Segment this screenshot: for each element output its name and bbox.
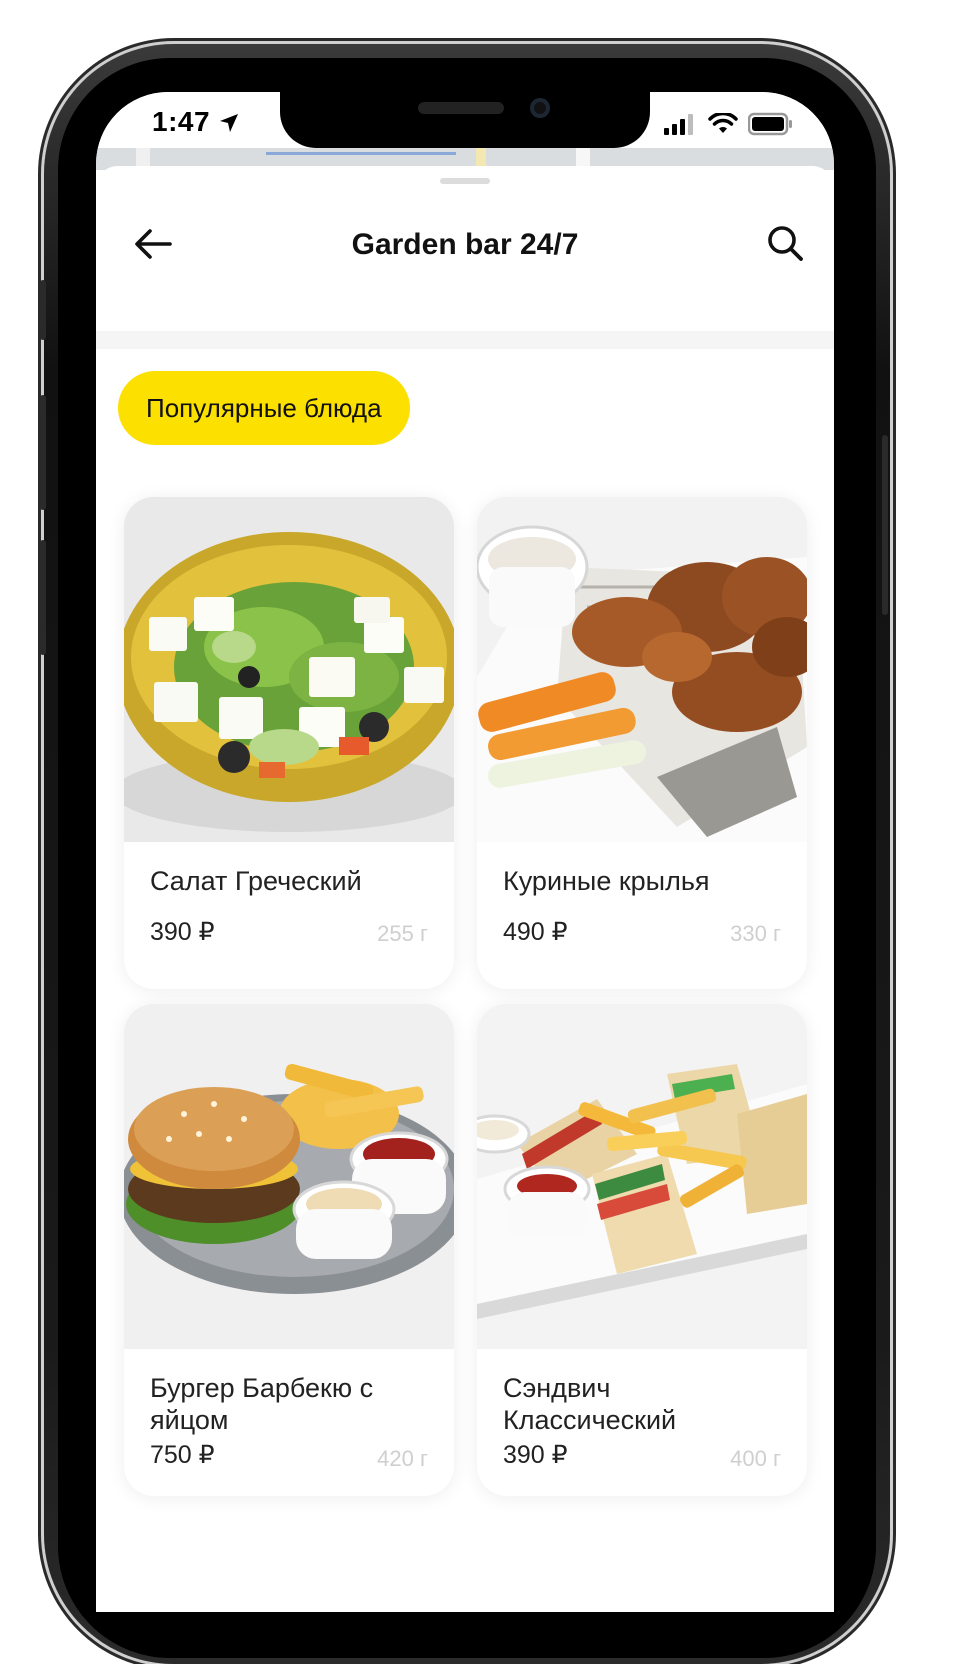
dish-image-bbq-burger: [124, 1004, 454, 1349]
dish-name: Бургер Барбекю с яйцом: [150, 1373, 374, 1435]
menu-item-card[interactable]: Куриные крылья 490 ₽ 330 г: [477, 497, 807, 989]
menu-item-card[interactable]: Сэндвич Классический 390 ₽ 400 г: [477, 1004, 807, 1496]
header: Garden bar 24/7: [96, 202, 834, 286]
dish-name: Сэндвич Классический: [503, 1373, 677, 1435]
section-divider: [96, 331, 834, 349]
dish-name: Салат Греческий: [150, 866, 362, 896]
notch: [280, 92, 650, 148]
battery-icon: [748, 112, 792, 136]
speaker-grille: [418, 102, 504, 114]
volume-down-button: [40, 540, 46, 655]
dish-price: 490 ₽: [503, 918, 568, 946]
menu-item-card[interactable]: Салат Греческий 390 ₽ 255 г: [124, 497, 454, 989]
category-chip-popular[interactable]: Популярные блюда: [118, 371, 410, 445]
status-time: 1:47: [152, 106, 211, 137]
dish-price: 750 ₽: [150, 1441, 215, 1469]
dish-weight: 255 г: [377, 921, 428, 946]
dish-price: 390 ₽: [150, 918, 215, 946]
dish-weight: 330 г: [730, 921, 781, 946]
status-bar: 1:47: [96, 92, 834, 148]
restaurant-sheet: Garden bar 24/7 Популярные блюда Салат Г…: [96, 166, 834, 1612]
dish-weight: 420 г: [377, 1446, 428, 1471]
wifi-icon: [708, 113, 738, 133]
dish-image-club-sandwich: [477, 1004, 807, 1349]
page-title: Garden bar 24/7: [351, 228, 579, 261]
menu-item-card[interactable]: Бургер Барбекю с яйцом 750 ₽ 420 г: [124, 1004, 454, 1496]
phone-screen: 1:47 Garden bar 24/7 Популярные блюда Са…: [96, 92, 834, 1612]
dish-name: Куриные крылья: [503, 866, 710, 896]
location-arrow-icon: [220, 114, 238, 132]
front-camera: [530, 98, 550, 118]
mute-switch: [40, 280, 46, 340]
dish-weight: 400 г: [730, 1446, 781, 1471]
dish-image-greek-salad: [124, 497, 454, 842]
power-button: [882, 435, 888, 615]
sheet-grabber[interactable]: [440, 178, 490, 184]
dish-price: 390 ₽: [503, 1441, 568, 1469]
dish-image-chicken-wings: [477, 497, 807, 842]
search-icon[interactable]: [764, 222, 806, 264]
status-icons: [664, 112, 794, 136]
cellular-signal-icon: [664, 114, 693, 135]
volume-up-button: [40, 395, 46, 510]
